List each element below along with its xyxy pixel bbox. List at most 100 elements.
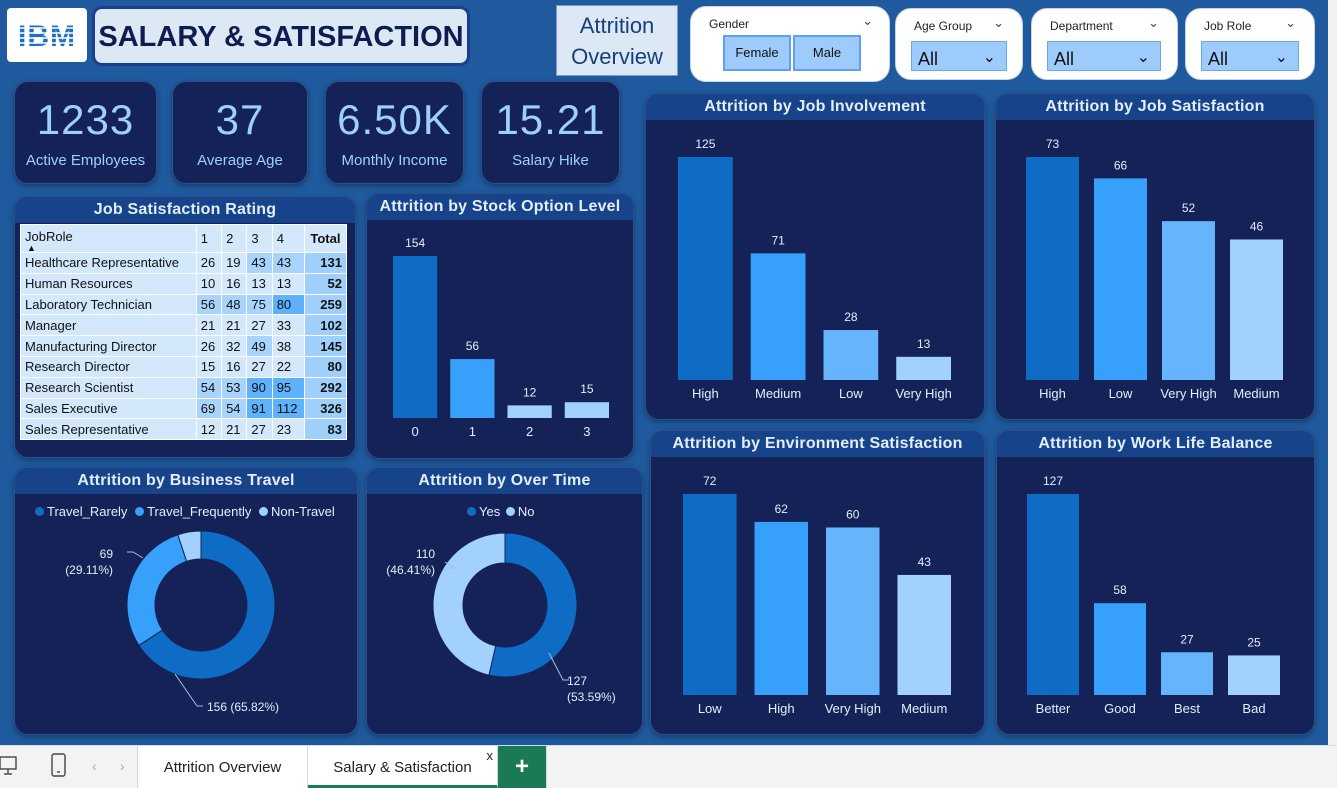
bar-low[interactable]	[683, 494, 737, 695]
bar-very-high[interactable]	[896, 356, 951, 380]
table-cell-total: 102	[303, 314, 348, 337]
scroll-left-icon[interactable]: ‹	[92, 758, 97, 774]
mobile-view-icon[interactable]	[50, 752, 68, 780]
chevron-down-icon[interactable]: ⌄	[993, 15, 1004, 31]
table-cell-rating-3: 90	[246, 376, 273, 399]
panel-title: Attrition by Business Travel	[15, 468, 357, 494]
table-row[interactable]: Laboratory Technician 56 48 75 80 259	[20, 293, 348, 316]
legend-item[interactable]: Travel_Rarely	[35, 504, 127, 519]
bar-good[interactable]	[1094, 603, 1146, 695]
scroll-right-icon[interactable]: ›	[120, 758, 125, 774]
bar-very-high[interactable]	[1162, 221, 1215, 380]
panel-title: Attrition by Over Time	[367, 468, 642, 494]
stock-option-chart-panel: Attrition by Stock Option Level 154 0 56 1 1…	[366, 193, 634, 459]
column-header-4[interactable]: 4	[271, 224, 305, 253]
column-header-1[interactable]: 1	[195, 224, 223, 253]
legend-item[interactable]: No	[505, 504, 535, 519]
legend-label: No	[517, 504, 535, 519]
bar-best[interactable]	[1161, 652, 1213, 695]
table-row[interactable]: Research Scientist 54 53 90 95 292	[20, 376, 348, 399]
legend-label: Non-Travel	[270, 504, 335, 519]
kpi-label: Salary Hike	[512, 152, 589, 169]
table-cell-rating-2: 21	[221, 418, 248, 441]
bar-low[interactable]	[823, 330, 879, 380]
department-dropdown[interactable]: All ⌄	[1047, 41, 1161, 71]
environment-satisfaction-chart-panel: Attrition by Environment Satisfaction 72…	[650, 430, 985, 735]
bar-low[interactable]	[1094, 178, 1147, 380]
column-header-jobrole[interactable]: JobRole ▲	[20, 224, 197, 253]
legend-item[interactable]: Travel_Frequently	[135, 504, 251, 519]
column-header-3[interactable]: 3	[246, 224, 273, 253]
table-cell-total: 131	[303, 252, 348, 274]
attrition-overview-button[interactable]: Attrition Overview	[556, 5, 678, 76]
table-cell-rating-2: 16	[221, 355, 248, 378]
gender-slicer[interactable]: Gender ⌄ Female Male	[690, 6, 890, 82]
table-cell-rating-3: 75	[246, 293, 273, 316]
category-label: 1	[469, 424, 476, 439]
gender-option-female[interactable]: Female	[723, 35, 791, 71]
table-row[interactable]: Research Director 15 16 27 22 80	[20, 355, 348, 378]
bar-medium[interactable]	[897, 574, 952, 695]
table-row[interactable]: Manager 21 21 27 33 102	[20, 314, 348, 337]
column-header-2[interactable]: 2	[221, 224, 248, 253]
legend-label: Travel_Rarely	[47, 504, 128, 519]
category-label: Very High	[825, 701, 881, 716]
legend-dot	[505, 507, 515, 516]
bar-high[interactable]	[1026, 157, 1079, 380]
table-cell-rating-1: 15	[195, 355, 223, 378]
table-cell-rating-1: 69	[195, 397, 223, 420]
gender-option-male[interactable]: Male	[793, 35, 861, 71]
age-group-dropdown[interactable]: All ⌄	[911, 41, 1007, 71]
category-label: High	[692, 386, 719, 401]
table-cell-jobrole: Research Scientist	[20, 376, 197, 399]
age-group-slicer[interactable]: Age Group ⌄ All ⌄	[895, 8, 1023, 80]
table-row[interactable]: Human Resources 10 16 13 13 52	[20, 272, 348, 295]
department-slicer[interactable]: Department ⌄ All ⌄	[1031, 8, 1178, 80]
bar-very-high[interactable]	[826, 527, 880, 696]
job-involvement-chart-panel: Attrition by Job Involvement 125 High 71 Me…	[645, 93, 985, 420]
bar-high[interactable]	[678, 157, 733, 380]
bar-bad[interactable]	[1228, 655, 1280, 695]
job-satisfaction-bar-chart: 73 High 66 Low 52 Very High 46 Medium	[1026, 137, 1283, 401]
job-role-slicer[interactable]: Job Role ⌄ All ⌄	[1185, 8, 1315, 80]
table-row[interactable]: Healthcare Representative 26 19 43 43 131	[20, 252, 348, 274]
chevron-down-icon[interactable]: ⌄	[983, 41, 996, 75]
tab-salary-satisfaction[interactable]: Salary & Satisfaction x	[308, 746, 498, 788]
chevron-down-icon[interactable]: ⌄	[1285, 15, 1296, 31]
data-label: 72	[703, 474, 717, 488]
desktop-view-icon[interactable]	[0, 754, 22, 780]
chevron-down-icon[interactable]: ⌄	[1148, 15, 1159, 31]
report-canvas: IBM SALARY & SATISFACTION Attrition Over…	[0, 0, 1328, 745]
legend-item[interactable]: Yes	[467, 504, 500, 519]
tab-attrition-overview[interactable]: Attrition Overview	[137, 746, 308, 788]
table-row[interactable]: Sales Representative 12 21 27 23 83	[20, 418, 348, 441]
data-label: 154	[405, 236, 425, 250]
bar-0[interactable]	[393, 256, 438, 418]
bar-3[interactable]	[564, 402, 609, 418]
data-label: 46	[1250, 219, 1264, 233]
donut-slice-travel-frequently[interactable]	[126, 534, 188, 647]
bar-medium[interactable]	[750, 253, 806, 380]
age-group-value: All	[918, 49, 939, 69]
chevron-down-icon[interactable]: ⌄	[862, 13, 873, 29]
bar-high[interactable]	[754, 521, 809, 695]
job-role-dropdown[interactable]: All ⌄	[1201, 41, 1299, 71]
bar-2[interactable]	[507, 405, 552, 418]
add-page-button[interactable]: +	[498, 746, 547, 788]
close-tab-icon[interactable]: x	[487, 734, 494, 778]
column-header-total[interactable]: Total	[303, 224, 348, 253]
donut-slice-no[interactable]	[432, 532, 506, 676]
chevron-down-icon[interactable]: ⌄	[1137, 41, 1150, 75]
table-cell-rating-4: 13	[271, 272, 305, 295]
bar-1[interactable]	[450, 359, 495, 418]
sort-ascending-icon[interactable]: ▲	[27, 244, 192, 253]
bar-medium[interactable]	[1230, 239, 1283, 380]
table-cell-rating-3: 27	[246, 314, 273, 337]
bar-better[interactable]	[1027, 494, 1079, 695]
table-row[interactable]: Manufacturing Director 26 32 49 38 145	[20, 335, 348, 357]
table-cell-rating-4: 22	[271, 355, 305, 378]
table-row[interactable]: Sales Executive 69 54 91 112 326	[20, 397, 348, 420]
chevron-down-icon[interactable]: ⌄	[1275, 41, 1288, 75]
legend-item[interactable]: Non-Travel	[258, 504, 335, 519]
table-cell-rating-2: 32	[221, 335, 248, 357]
